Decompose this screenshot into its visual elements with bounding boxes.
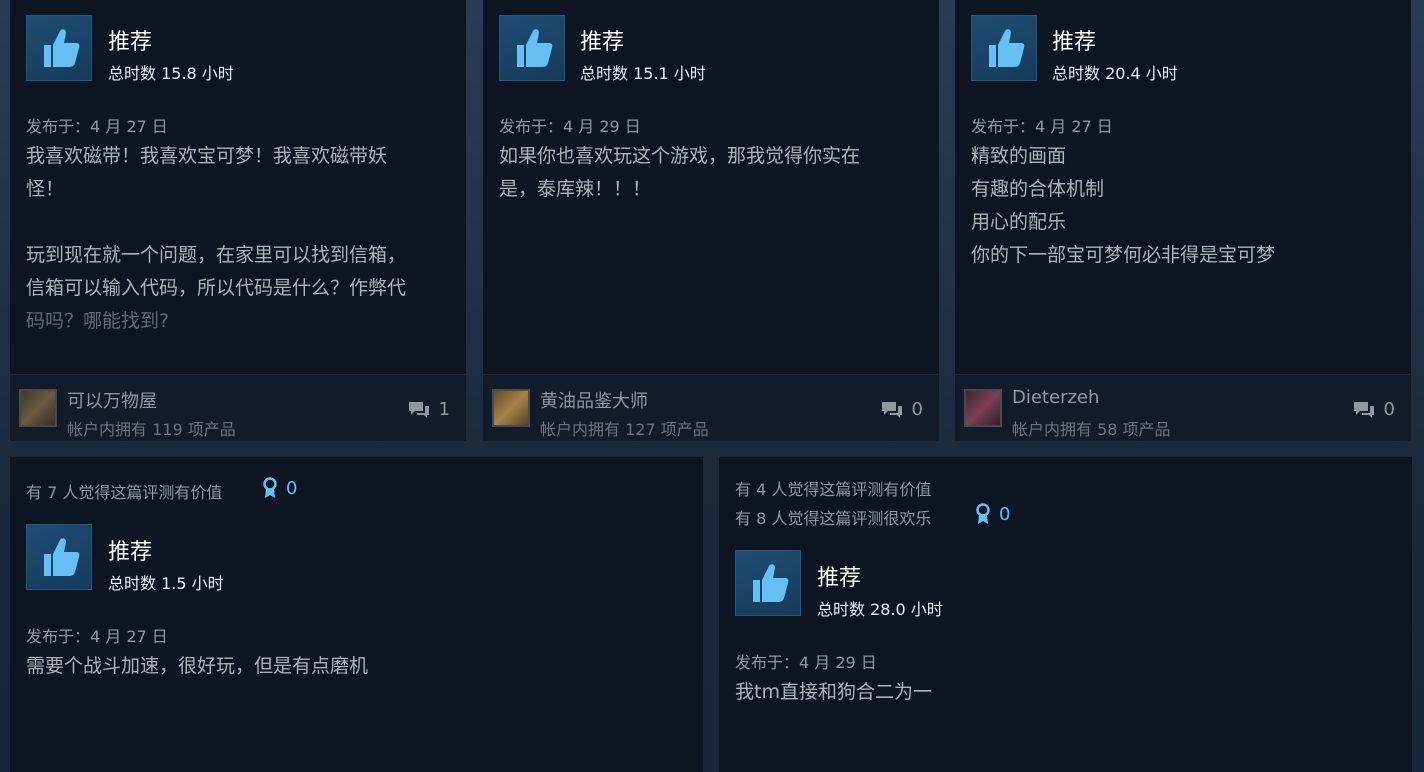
review-body: 如果你也喜欢玩这个游戏，那我觉得你实在 是，泰库辣！！！	[499, 145, 861, 200]
playtime-hours: 总时数 20.4 小时	[1052, 64, 1178, 83]
comment-count[interactable]: 0	[1352, 399, 1395, 420]
review-body: 我tm直接和狗合二为一	[735, 681, 932, 703]
review-body: 精致的画面 有趣的合体机制 用心的配乐 你的下一部宝可梦何必非得是宝可梦	[971, 145, 1276, 266]
funny-count: 有 8 人觉得这篇评测很欢乐	[735, 509, 932, 528]
comment-count[interactable]: 0	[880, 399, 923, 420]
comment-count-value: 0	[911, 399, 923, 420]
review-text-faded: 码吗？哪能找到?	[26, 310, 170, 332]
author-name[interactable]: Dieterzeh	[1012, 387, 1099, 408]
avatar[interactable]	[19, 389, 57, 427]
posted-date: 发布于：4 月 27 日	[971, 117, 1113, 136]
posted-date: 发布于：4 月 29 日	[735, 653, 877, 672]
comment-bubble-icon	[1353, 401, 1374, 418]
author-name[interactable]: 黄油品鉴大师	[540, 387, 648, 413]
comment-bubble-icon	[408, 401, 429, 418]
review-card-5: 有 4 人觉得这篇评测有价值 有 8 人觉得这篇评测很欢乐 0 推荐 总时数 2…	[719, 457, 1412, 772]
thumbs-up-icon[interactable]	[971, 15, 1037, 81]
recommended-label[interactable]: 推荐	[108, 534, 152, 566]
thumbs-up-icon[interactable]	[735, 550, 801, 616]
avatar[interactable]	[492, 389, 530, 427]
helpful-count: 有 7 人觉得这篇评测有价值	[26, 483, 223, 502]
review-body: 我喜欢磁带！我喜欢宝可梦！我喜欢磁带妖 怪！ 玩到现在就一个问题，在家里可以找到…	[26, 140, 456, 338]
products-owned: 帐户内拥有 127 项产品	[540, 420, 709, 439]
products-owned: 帐户内拥有 119 项产品	[67, 420, 236, 439]
avatar[interactable]	[964, 389, 1002, 427]
comment-bubble-icon	[881, 401, 902, 418]
products-owned: 帐户内拥有 58 项产品	[1012, 420, 1171, 439]
review-author-footer: 可以万物屋 帐户内拥有 119 项产品 1	[10, 374, 466, 441]
comment-count-value: 1	[438, 399, 450, 420]
thumbs-up-icon[interactable]	[499, 15, 565, 81]
recommended-label[interactable]: 推荐	[580, 24, 624, 56]
review-card-2: 推荐 总时数 15.1 小时 发布于：4 月 29 日 如果你也喜欢玩这个游戏，…	[483, 0, 939, 441]
review-text: 我喜欢磁带！我喜欢宝可梦！我喜欢磁带妖 怪！ 玩到现在就一个问题，在家里可以找到…	[26, 145, 407, 299]
comment-count[interactable]: 1	[407, 399, 450, 420]
posted-date: 发布于：4 月 27 日	[26, 627, 168, 646]
author-name[interactable]: 可以万物屋	[67, 387, 157, 413]
review-card-1: 推荐 总时数 15.8 小时 发布于：4 月 27 日 我喜欢磁带！我喜欢宝可梦…	[10, 0, 466, 441]
review-author-footer: 黄油品鉴大师 帐户内拥有 127 项产品 0	[483, 374, 939, 441]
posted-date: 发布于：4 月 29 日	[499, 117, 641, 136]
award-ribbon-icon	[976, 503, 990, 524]
award-count-value: 0	[286, 477, 298, 499]
playtime-hours: 总时数 15.1 小时	[580, 64, 706, 83]
playtime-hours: 总时数 28.0 小时	[817, 600, 943, 619]
helpful-count: 有 4 人觉得这篇评测有价值	[735, 480, 932, 499]
recommended-label[interactable]: 推荐	[1052, 24, 1096, 56]
award-count[interactable]: 0	[975, 503, 1010, 525]
thumbs-up-icon[interactable]	[26, 524, 92, 590]
award-count[interactable]: 0	[262, 477, 297, 499]
recommended-label[interactable]: 推荐	[817, 560, 861, 592]
playtime-hours: 总时数 15.8 小时	[108, 64, 234, 83]
award-ribbon-icon	[263, 477, 277, 498]
review-body: 需要个战斗加速，很好玩，但是有点磨机	[26, 655, 369, 677]
thumbs-up-icon[interactable]	[26, 15, 92, 81]
review-card-3: 推荐 总时数 20.4 小时 发布于：4 月 27 日 精致的画面 有趣的合体机…	[955, 0, 1411, 441]
review-author-footer: Dieterzeh 帐户内拥有 58 项产品 0	[955, 374, 1411, 441]
playtime-hours: 总时数 1.5 小时	[108, 574, 224, 593]
award-count-value: 0	[999, 503, 1011, 525]
comment-count-value: 0	[1383, 399, 1395, 420]
recommended-label[interactable]: 推荐	[108, 24, 152, 56]
posted-date: 发布于：4 月 27 日	[26, 117, 168, 136]
review-card-4: 有 7 人觉得这篇评测有价值 0 推荐 总时数 1.5 小时 发布于：4 月 2…	[10, 457, 703, 772]
